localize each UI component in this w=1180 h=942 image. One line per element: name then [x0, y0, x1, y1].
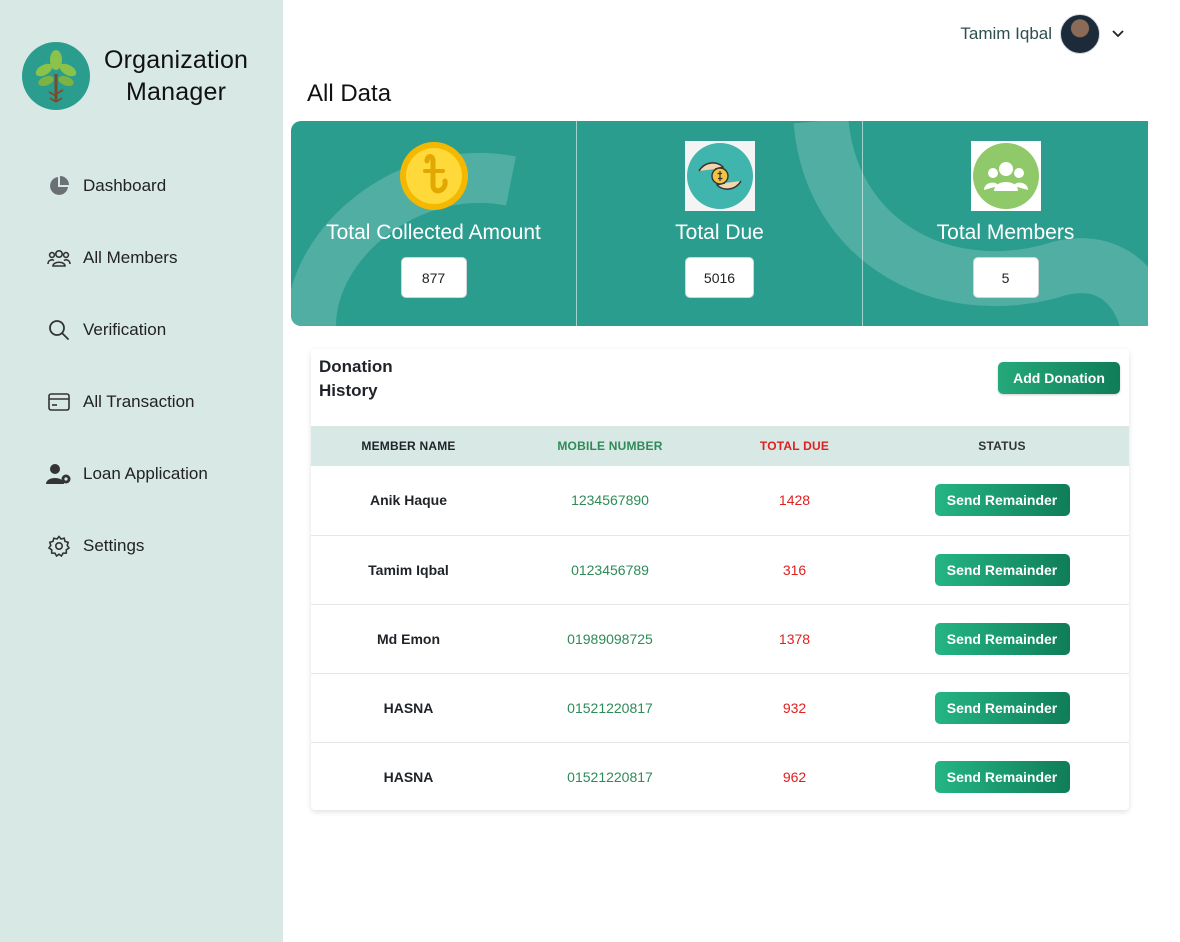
total-due: 932	[782, 699, 807, 716]
send-remainder-button[interactable]: Send Remainder	[934, 484, 1070, 517]
stat-value: 877	[400, 257, 467, 298]
table-row: HASNA 01521220817 962 Send Remainder	[311, 742, 1129, 811]
mobile-number: 01989098725	[567, 630, 653, 647]
avatar[interactable]	[1060, 14, 1100, 54]
sidebar-item-settings[interactable]: Settings	[46, 510, 208, 582]
member-name: Md Emon	[377, 630, 440, 647]
mobile-number: 01521220817	[567, 699, 653, 716]
user-gear-icon	[46, 461, 72, 487]
column-header-mobile-number: MOBILE NUMBER	[557, 439, 663, 453]
donation-history-card: Donation History Add Donation MEMBER NAM…	[311, 349, 1129, 810]
total-due: 1378	[778, 630, 811, 647]
chevron-down-icon[interactable]	[1110, 26, 1126, 42]
sidebar-item-label: All Members	[83, 248, 178, 267]
members-group-icon	[970, 141, 1041, 211]
user-name: Tamim Iqbal	[960, 24, 1052, 43]
brand-name-line1: Organization	[104, 46, 249, 74]
mobile-number: 1234567890	[571, 492, 649, 509]
send-remainder-button[interactable]: Send Remainder	[934, 760, 1070, 793]
stat-label: Total Members	[936, 221, 1075, 244]
sidebar: Organization Manager Dashboard All Membe…	[0, 0, 283, 942]
brand-name-line2: Manager	[126, 78, 227, 106]
send-remainder-button[interactable]: Send Remainder	[934, 622, 1070, 655]
column-header-total-due: TOTAL DUE	[759, 439, 830, 453]
search-icon	[46, 317, 72, 343]
donation-table: MEMBER NAME MOBILE NUMBER TOTAL DUE STAT…	[311, 426, 1129, 811]
add-donation-button[interactable]: Add Donation	[998, 362, 1120, 394]
status-cell: Send Remainder	[875, 673, 1129, 742]
pie-chart-icon	[46, 173, 72, 199]
brand[interactable]: Organization Manager	[22, 42, 248, 110]
stat-total-due: Total Due 5016	[576, 121, 862, 326]
member-name: HASNA	[383, 699, 434, 716]
gear-icon	[46, 533, 72, 559]
sidebar-item-label: Verification	[83, 320, 167, 339]
total-due: 316	[782, 561, 807, 578]
sidebar-item-loan-application[interactable]: Loan Application	[46, 438, 208, 510]
sidebar-nav: Dashboard All Members Verification All T…	[46, 150, 208, 582]
status-cell: Send Remainder	[875, 535, 1129, 604]
stat-value: 5016	[684, 257, 755, 298]
stats-banner: Total Collected Amount 877 Total Due 501…	[291, 121, 1148, 326]
stat-total-members: Total Members 5	[862, 121, 1148, 326]
status-cell: Send Remainder	[875, 742, 1129, 811]
stat-label: Total Collected Amount	[326, 221, 541, 244]
sidebar-item-dashboard[interactable]: Dashboard	[46, 150, 208, 222]
total-due: 962	[782, 768, 807, 785]
stat-label: Total Due	[675, 221, 764, 244]
sidebar-item-label: All Transaction	[83, 392, 195, 411]
mobile-number: 01521220817	[567, 768, 653, 785]
users-icon	[46, 245, 72, 271]
table-row: HASNA 01521220817 932 Send Remainder	[311, 673, 1129, 742]
sidebar-item-label: Dashboard	[83, 176, 167, 195]
sidebar-item-label: Settings	[83, 536, 145, 555]
stat-total-collected: Total Collected Amount 877	[291, 121, 576, 326]
table-row: Anik Haque 1234567890 1428 Send Remainde…	[311, 466, 1129, 535]
member-name: Tamim Iqbal	[368, 561, 449, 578]
member-name: HASNA	[383, 768, 434, 785]
column-header-member-name: MEMBER NAME	[361, 439, 456, 453]
table-row: Tamim Iqbal 0123456789 316 Send Remainde…	[311, 535, 1129, 604]
mobile-number: 0123456789	[571, 561, 649, 578]
column-header-status: STATUS	[978, 439, 1026, 453]
tree-logo-icon	[22, 42, 90, 110]
table-header-row: MEMBER NAME MOBILE NUMBER TOTAL DUE STAT…	[311, 426, 1129, 466]
send-remainder-button[interactable]: Send Remainder	[934, 691, 1070, 724]
sidebar-item-all-members[interactable]: All Members	[46, 222, 208, 294]
total-due: 1428	[778, 492, 811, 509]
stat-value: 5	[972, 257, 1039, 298]
credit-card-icon	[46, 389, 72, 415]
sidebar-item-label: Loan Application	[83, 464, 208, 483]
page-title: All Data	[307, 80, 392, 107]
money-hands-icon	[684, 141, 755, 211]
member-name: Anik Haque	[369, 492, 447, 509]
taka-coin-icon	[399, 141, 469, 211]
sidebar-item-verification[interactable]: Verification	[46, 294, 208, 366]
user-menu[interactable]: Tamim Iqbal	[960, 14, 1126, 54]
card-title: Donation History	[319, 357, 393, 400]
sidebar-item-all-transaction[interactable]: All Transaction	[46, 366, 208, 438]
status-cell: Send Remainder	[875, 604, 1129, 673]
send-remainder-button[interactable]: Send Remainder	[934, 553, 1070, 586]
table-row: Md Emon 01989098725 1378 Send Remainder	[311, 604, 1129, 673]
brand-name: Organization Manager	[104, 44, 248, 108]
status-cell: Send Remainder	[875, 466, 1129, 535]
